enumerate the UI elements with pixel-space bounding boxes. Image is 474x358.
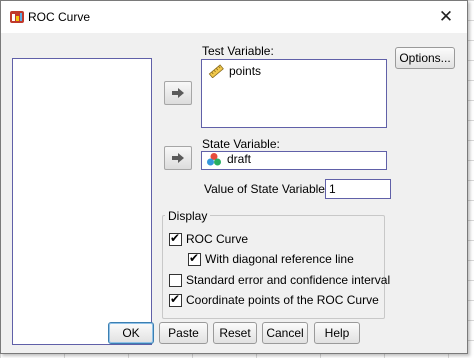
diagonal-line-checkbox-row[interactable]: ✔ With diagonal reference line [188, 252, 354, 266]
coord-points-checkbox-row[interactable]: ✔ Coordinate points of the ROC Curve [169, 293, 379, 307]
diagonal-line-label: With diagonal reference line [205, 252, 354, 266]
std-error-checkbox[interactable] [169, 273, 182, 287]
source-variable-list[interactable] [12, 58, 152, 345]
ok-button[interactable]: OK [108, 322, 154, 344]
window-title: ROC Curve [28, 10, 91, 24]
roc-curve-label: ROC Curve [186, 232, 249, 246]
diagonal-line-checkbox[interactable]: ✔ [188, 250, 201, 266]
checkmark-icon: ✔ [189, 250, 200, 265]
display-group-title: Display [165, 209, 211, 223]
checkmark-icon: ✔ [170, 291, 181, 306]
help-button[interactable]: Help [314, 322, 360, 344]
std-error-label: Standard error and confidence interval [186, 273, 391, 287]
test-variable-label: Test Variable: [202, 44, 274, 58]
checkmark-icon: ✔ [170, 230, 181, 245]
move-to-test-variable-button[interactable] [164, 81, 192, 105]
state-variable-name: draft [227, 152, 252, 166]
roc-curve-dialog: ROC Curve ✕ Test Variable: points State … [0, 0, 468, 354]
roc-curve-checkbox[interactable]: ✔ [169, 230, 182, 246]
nominal-variable-icon [207, 153, 221, 166]
title-bar: ROC Curve ✕ [1, 1, 467, 33]
paste-button[interactable]: Paste [159, 322, 208, 344]
arrow-right-icon [172, 153, 184, 163]
list-item[interactable]: points [208, 64, 261, 78]
value-of-state-input[interactable]: 1 [325, 179, 391, 199]
ruler-icon [208, 64, 224, 78]
close-button[interactable]: ✕ [431, 5, 461, 29]
coord-points-checkbox[interactable]: ✔ [169, 291, 182, 307]
arrow-right-icon [172, 88, 184, 98]
coord-points-label: Coordinate points of the ROC Curve [186, 293, 379, 307]
cancel-button[interactable]: Cancel [262, 322, 308, 344]
state-variable-item: draft [206, 152, 251, 166]
options-button[interactable]: Options... [395, 47, 455, 69]
state-variable-field[interactable]: draft [201, 151, 387, 170]
dialog-body: Test Variable: points State Variable: dr… [1, 33, 467, 353]
std-error-checkbox-row[interactable]: Standard error and confidence interval [169, 273, 390, 287]
close-icon: ✕ [438, 7, 454, 26]
value-of-state-label: Value of State Variable: [204, 182, 329, 196]
reset-button[interactable]: Reset [213, 322, 257, 344]
roc-curve-checkbox-row[interactable]: ✔ ROC Curve [169, 232, 248, 246]
state-variable-label: State Variable: [202, 137, 280, 151]
test-variable-name: points [229, 64, 262, 78]
test-variable-list[interactable]: points [201, 59, 387, 128]
move-to-state-variable-button[interactable] [164, 146, 192, 170]
spss-app-icon [10, 11, 24, 23]
